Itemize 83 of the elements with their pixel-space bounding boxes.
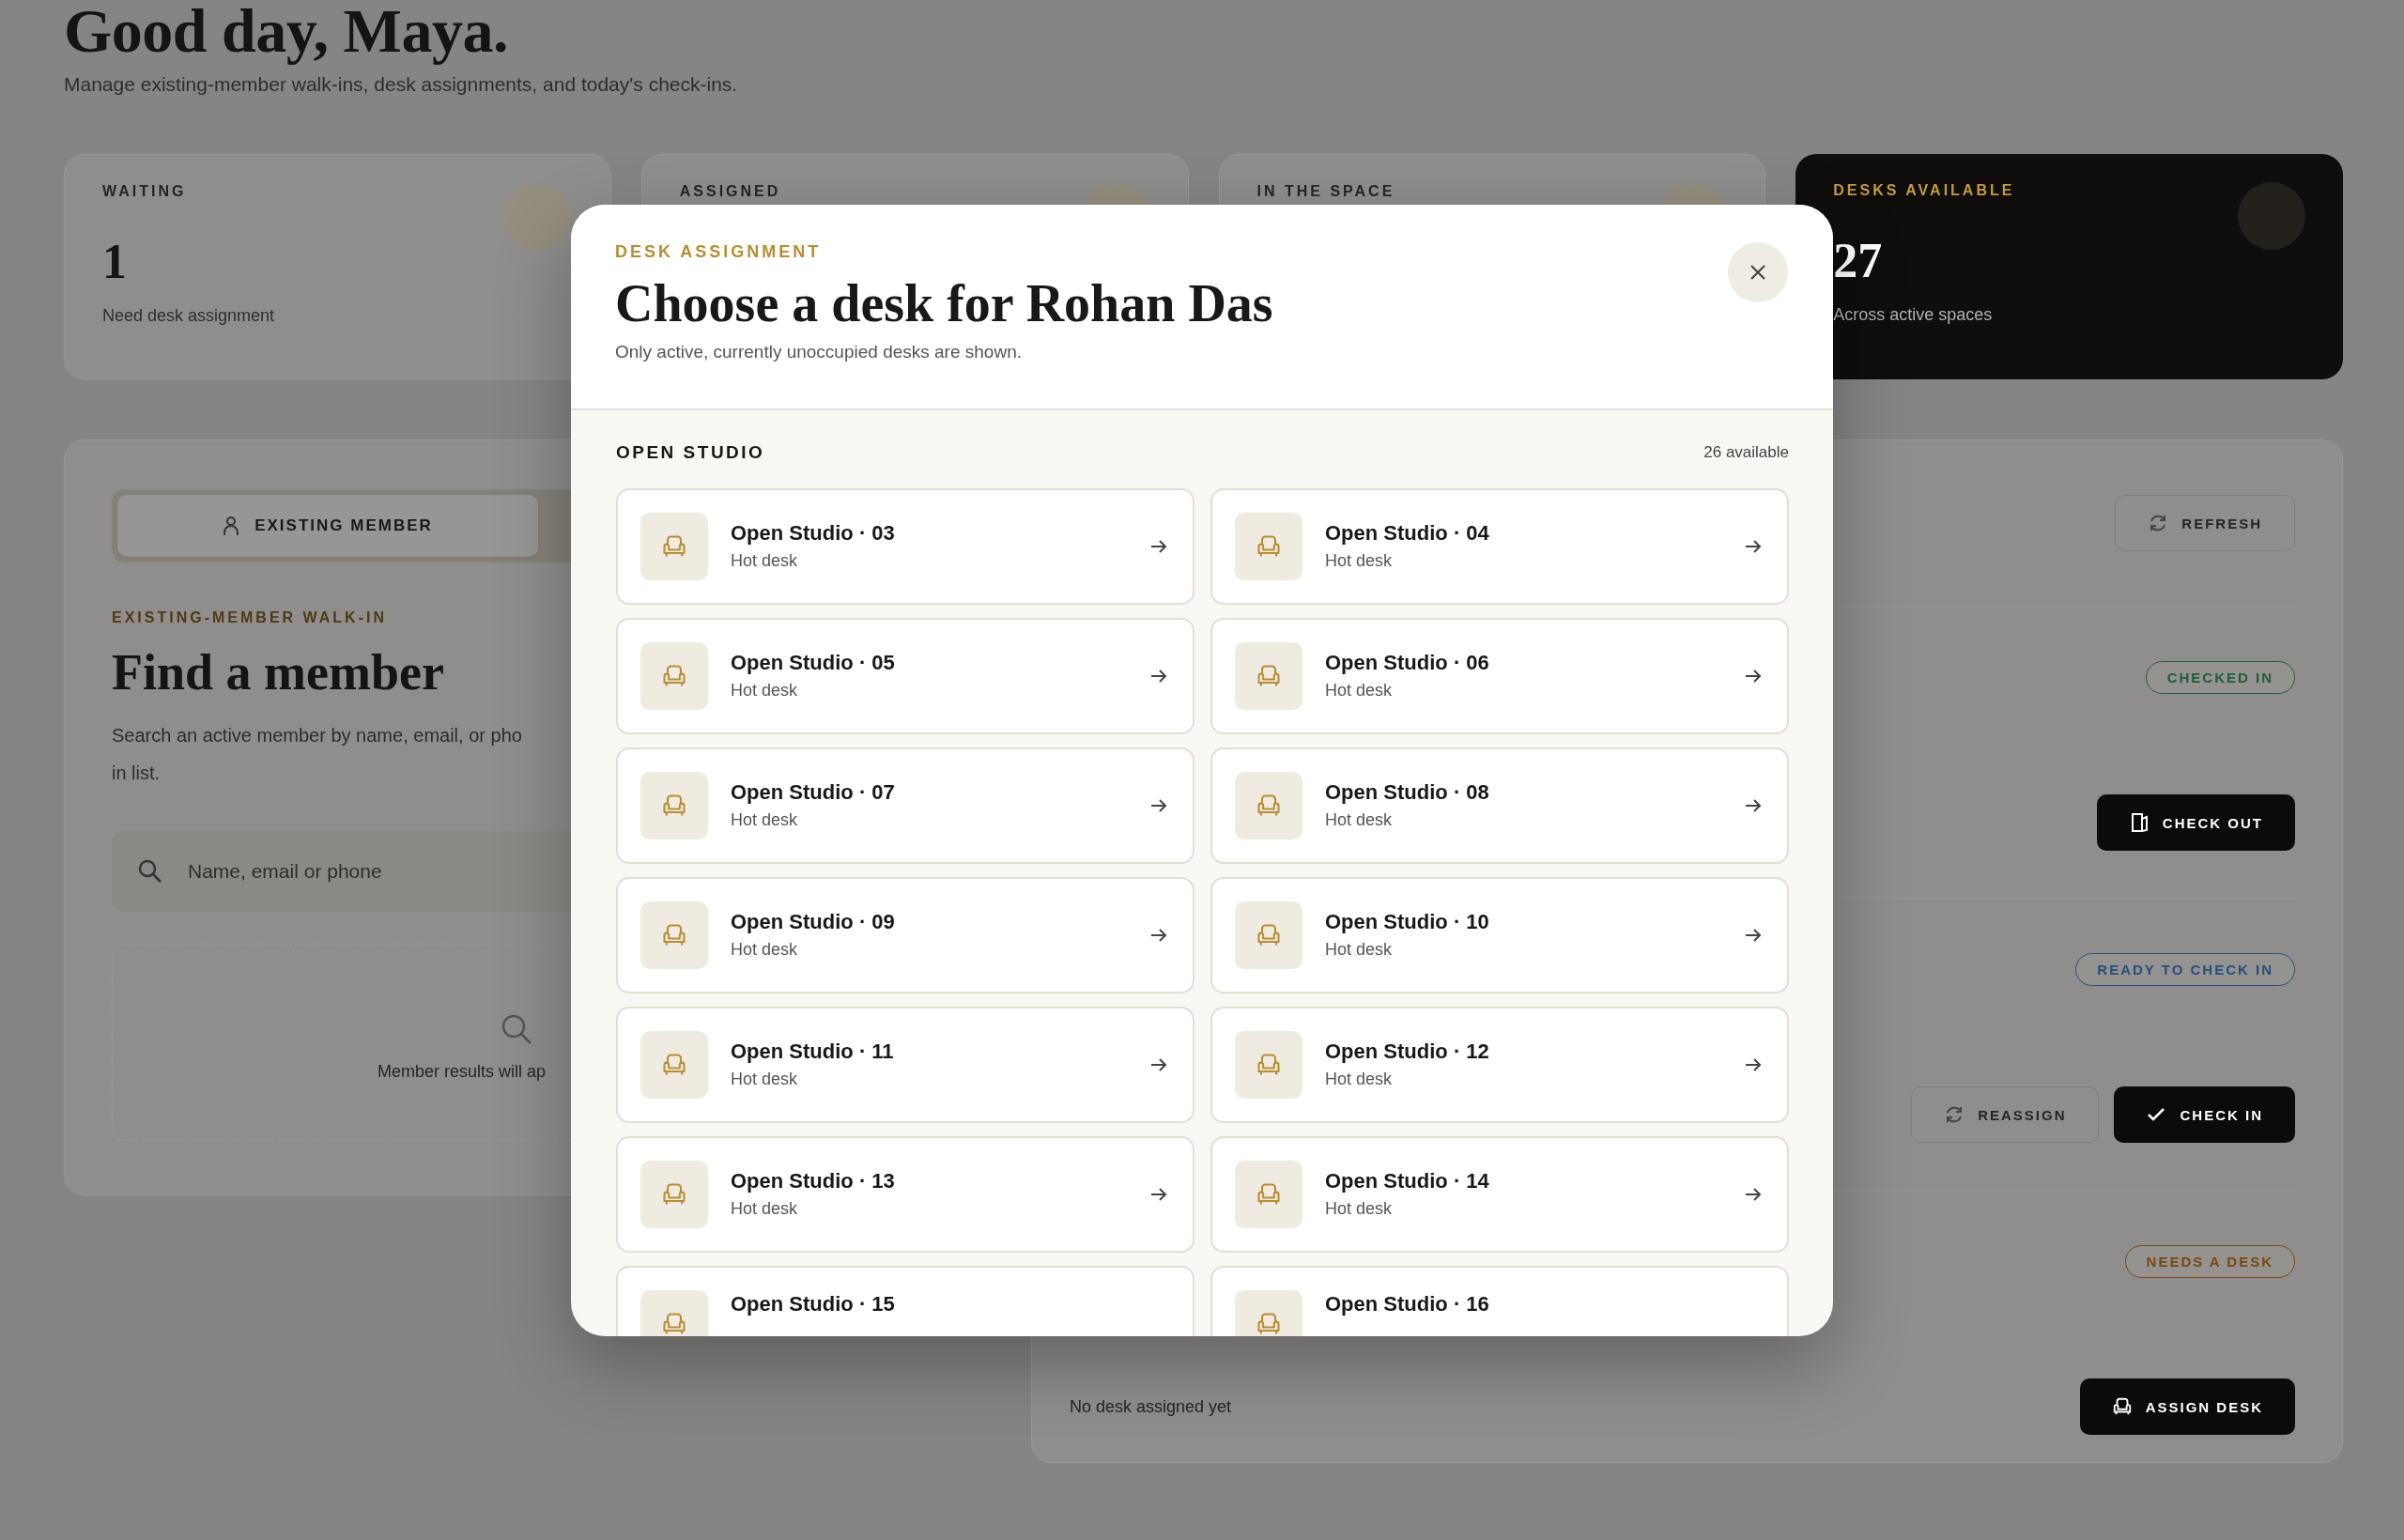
status-badge: READY TO CHECK IN	[2075, 952, 2295, 986]
desk-name: Open Studio · 10	[1325, 910, 1489, 934]
chair-icon	[1235, 901, 1302, 969]
stat-value: 27	[1833, 233, 1884, 288]
desk-type: Hot desk	[731, 681, 798, 701]
refresh-button[interactable]: REFRESH	[2115, 495, 2295, 551]
stat-label: IN THE SPACE	[1256, 183, 1395, 200]
dialog-subtitle: Only active, currently unoccupied desks are shown.	[615, 342, 1022, 363]
chair-icon	[640, 641, 708, 710]
desk-type: Hot desk	[1325, 1070, 1393, 1089]
desk-type: Hot desk	[1325, 681, 1393, 701]
panel-description: Search an active member by name, email, or pho	[112, 724, 522, 747]
desk-name: Open Studio · 03	[731, 521, 895, 546]
desk-option[interactable]: Open Studio · 06 Hot desk	[1210, 617, 1789, 734]
desk-name: Open Studio · 14	[1325, 1169, 1489, 1194]
desk-name: Open Studio · 04	[1325, 521, 1489, 546]
chair-icon	[640, 1160, 708, 1228]
desk-option[interactable]: Open Studio · 09 Hot desk	[616, 876, 1194, 993]
chair-icon	[1235, 1160, 1302, 1228]
stat-label: WAITING	[102, 183, 187, 200]
check-in-button[interactable]: CHECK IN	[2114, 1086, 2295, 1143]
desk-type: Hot desk	[1325, 551, 1393, 571]
desk-type: Hot desk	[731, 1199, 798, 1219]
chair-icon	[1235, 641, 1302, 710]
desk-option[interactable]: Open Studio · 13 Hot desk	[616, 1135, 1194, 1253]
chair-icon	[640, 771, 708, 839]
desk-option[interactable]: Open Studio · 07 Hot desk	[616, 747, 1194, 864]
section-eyebrow: EXISTING-MEMBER WALK-IN	[112, 609, 387, 626]
panel-title: Find a member	[112, 643, 444, 701]
check-out-button[interactable]: CHECK OUT	[2096, 794, 2295, 851]
page-subtitle: Manage existing-member walk-ins, desk assignments, and today's check-ins.	[64, 73, 739, 96]
desk-option[interactable]: Open Studio · 11 Hot desk	[616, 1006, 1194, 1123]
desk-type: Hot desk	[731, 940, 798, 960]
desk-name: Open Studio · 08	[1325, 780, 1489, 805]
desk-option[interactable]: Open Studio · 08 Hot desk	[1210, 747, 1789, 864]
chair-icon	[2111, 1396, 2133, 1417]
desk-option[interactable]: Open Studio · 15	[616, 1265, 1194, 1336]
desk-type: Hot desk	[1325, 1199, 1393, 1219]
desk-name: Open Studio · 06	[1325, 651, 1489, 675]
desk-option[interactable]: Open Studio · 12 Hot desk	[1210, 1006, 1789, 1123]
reassign-button[interactable]: REASSIGN	[1911, 1086, 2100, 1143]
desk-option[interactable]: Open Studio · 04 Hot desk	[1210, 487, 1789, 605]
stat-note: Need desk assignment	[102, 306, 276, 326]
section-title: OPEN STUDIO	[616, 441, 765, 463]
dialog-title: Choose a desk for Rohan Das	[615, 274, 1273, 333]
desk-note: No desk assigned yet	[1070, 1396, 1232, 1417]
assign-desk-button[interactable]: ASSIGN DESK	[2079, 1378, 2295, 1435]
desk-option[interactable]: Open Studio · 16	[1210, 1265, 1789, 1336]
desk-type: Hot desk	[731, 810, 798, 830]
panel-description: in list.	[112, 762, 161, 785]
chair-icon	[1235, 1030, 1302, 1099]
desk-name: Open Studio · 11	[731, 1040, 894, 1064]
chair-icon	[640, 901, 708, 969]
status-badge: CHECKED IN	[2145, 660, 2295, 694]
stat-label: ASSIGNED	[679, 183, 781, 200]
dialog-eyebrow: DESK ASSIGNMENT	[615, 241, 822, 262]
stat-label: DESKS AVAILABLE	[1833, 182, 2015, 199]
stat-value: 1	[102, 234, 128, 289]
desk-option[interactable]: Open Studio · 03 Hot desk	[616, 487, 1194, 605]
status-badge: NEEDS A DESK	[2124, 1244, 2295, 1278]
desk-name: Open Studio · 07	[731, 780, 895, 805]
desk-name: Open Studio · 05	[731, 651, 895, 675]
chair-icon	[640, 1030, 708, 1099]
desk-option[interactable]: Open Studio · 05 Hot desk	[616, 617, 1194, 734]
chair-icon	[1235, 771, 1302, 839]
desk-type: Hot desk	[731, 551, 798, 571]
desk-name: Open Studio · 15	[731, 1291, 895, 1317]
desk-name: Open Studio · 09	[731, 910, 895, 934]
desk-type: Hot desk	[731, 1070, 798, 1089]
desk-option[interactable]: Open Studio · 10 Hot desk	[1210, 876, 1789, 993]
desk-name: Open Studio · 13	[731, 1169, 895, 1194]
desk-type: Hot desk	[1325, 940, 1393, 960]
desk-option[interactable]: Open Studio · 14 Hot desk	[1210, 1135, 1789, 1253]
existing-member-tab[interactable]: EXISTING MEMBER	[117, 495, 538, 557]
desk-name: Open Studio · 16	[1325, 1291, 1489, 1317]
available-count: 26 available	[1703, 442, 1789, 462]
person-icon	[223, 516, 240, 536]
stat-note: Across active spaces	[1833, 305, 1994, 325]
chair-icon	[640, 512, 708, 580]
empty-message: Member results will ap	[378, 1062, 547, 1082]
desk-name: Open Studio · 12	[1325, 1040, 1489, 1064]
desk-type: Hot desk	[1325, 810, 1393, 830]
chair-icon	[1235, 512, 1302, 580]
